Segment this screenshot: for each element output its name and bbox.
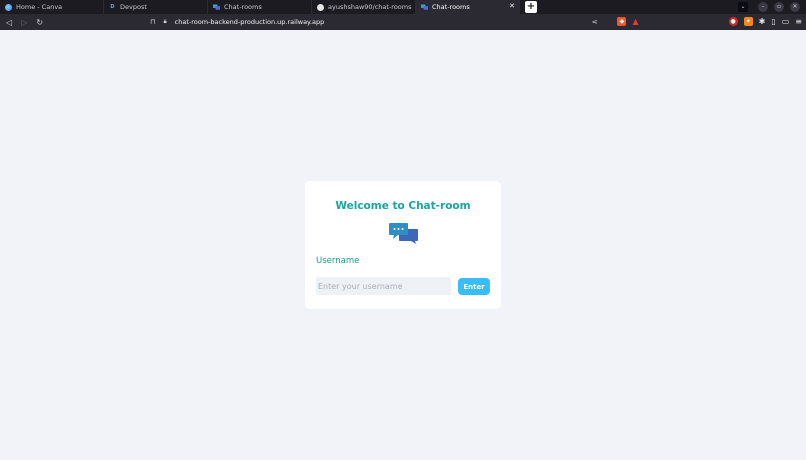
new-tab-button[interactable]: + bbox=[525, 1, 537, 13]
tab-github-repo[interactable]: ayushshaw90/chat-rooms bbox=[312, 0, 416, 14]
tab-chat-rooms-active[interactable]: Chat-rooms ✕ bbox=[416, 0, 520, 14]
tab-chat-rooms[interactable]: Chat-rooms bbox=[208, 0, 312, 14]
sidebar-icon[interactable]: ▯ bbox=[771, 17, 775, 26]
window-controls: ⌄ – ▫ ✕ bbox=[738, 2, 800, 12]
tab-title: Home - Canva bbox=[16, 3, 63, 11]
browser-tab-bar: Home - Canva D Devpost Chat-rooms ayushs… bbox=[0, 0, 806, 14]
forward-icon[interactable]: ▷ bbox=[21, 18, 27, 27]
chat-bubbles-icon bbox=[389, 223, 418, 244]
minimize-icon[interactable]: – bbox=[758, 2, 768, 12]
tab-devpost[interactable]: D Devpost bbox=[104, 0, 208, 14]
lock-icon: 🔒︎ bbox=[163, 18, 167, 25]
close-window-icon[interactable]: ✕ bbox=[790, 2, 800, 12]
canva-icon bbox=[5, 3, 12, 11]
extension-red-icon[interactable]: ● bbox=[728, 17, 738, 26]
reload-icon[interactable]: ↻ bbox=[36, 18, 43, 27]
maximize-icon[interactable]: ▫ bbox=[774, 2, 784, 12]
chat-icon bbox=[213, 3, 220, 11]
nav-buttons: ◁ ▷ ↻ bbox=[0, 18, 150, 27]
brave-shield-icon[interactable]: ◆ bbox=[617, 17, 627, 26]
page-title: Welcome to Chat-room bbox=[335, 200, 471, 212]
wallet-icon[interactable]: ▭ bbox=[782, 17, 790, 26]
metamask-icon[interactable]: ✦ bbox=[743, 17, 753, 26]
chat-icon bbox=[421, 3, 428, 11]
toolbar-right: ⋖ ◆ ▲ ● ✦ ✱ ▯ ▭ ≡ bbox=[592, 17, 802, 26]
login-card: Welcome to Chat-room Username Enter bbox=[305, 181, 501, 309]
close-tab-icon[interactable]: ✕ bbox=[509, 2, 515, 10]
devpost-icon: D bbox=[110, 4, 115, 10]
extensions-icon[interactable]: ✱ bbox=[759, 17, 766, 26]
back-icon[interactable]: ◁ bbox=[6, 18, 12, 27]
tab-title: Chat-rooms bbox=[224, 3, 262, 11]
bookmark-icon[interactable]: ⊓ bbox=[150, 18, 155, 26]
menu-icon[interactable]: ≡ bbox=[795, 17, 802, 26]
enter-button[interactable]: Enter bbox=[458, 278, 490, 295]
tab-title: Chat-rooms bbox=[432, 3, 470, 11]
url-text[interactable]: chat-room-backend-production.up.railway.… bbox=[175, 18, 325, 26]
tab-title: ayushshaw90/chat-rooms bbox=[328, 3, 412, 11]
tab-list-icon[interactable]: ⌄ bbox=[738, 2, 748, 12]
browser-toolbar: ◁ ▷ ↻ ⊓ 🔒︎ chat-room-backend-production.… bbox=[0, 14, 806, 30]
address-bar[interactable]: ⊓ 🔒︎ chat-room-backend-production.up.rai… bbox=[150, 18, 590, 26]
tab-canva[interactable]: Home - Canva bbox=[0, 0, 104, 14]
tab-title: Devpost bbox=[120, 3, 147, 11]
username-input[interactable] bbox=[316, 277, 451, 295]
username-label: Username bbox=[316, 256, 360, 266]
share-icon[interactable]: ⋖ bbox=[592, 18, 598, 26]
brave-rewards-icon[interactable]: ▲ bbox=[632, 17, 638, 26]
github-icon bbox=[317, 3, 324, 11]
